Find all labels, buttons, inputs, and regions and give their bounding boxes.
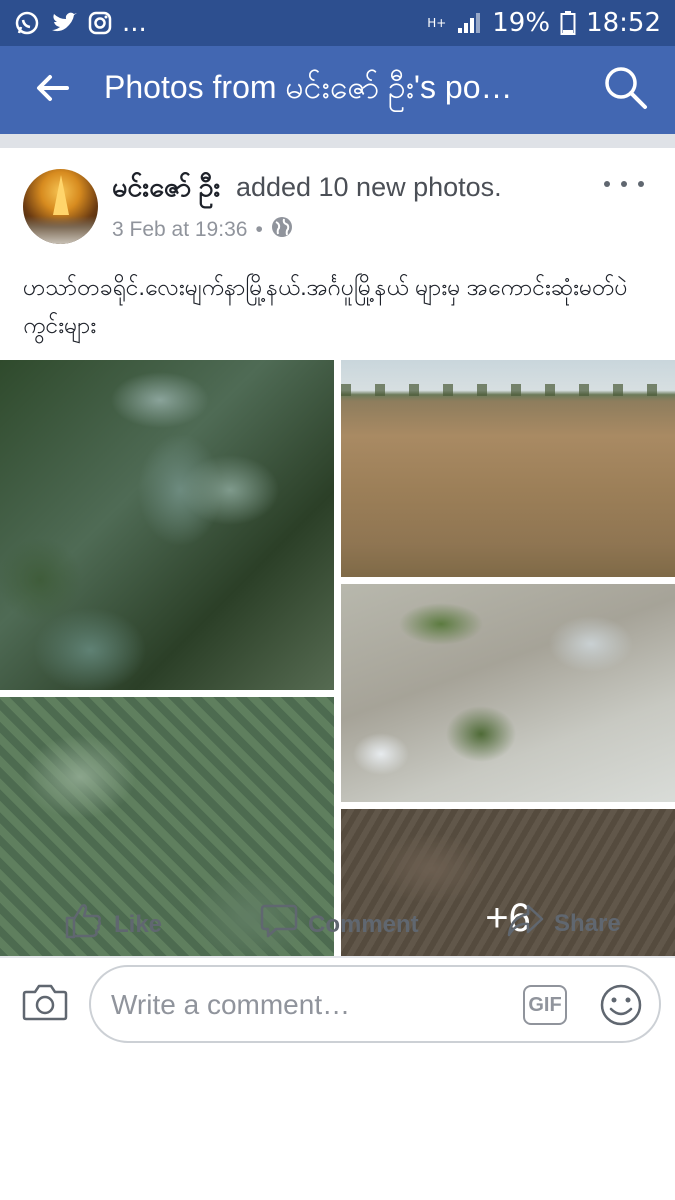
twitter-icon: [50, 11, 78, 35]
post-text: ဟသာ်တခရိုင်.လေးမျက်နာမြို့နယ်.အင်္ဂပူမြိ…: [23, 274, 628, 338]
share-button[interactable]: Share: [506, 902, 621, 945]
network-type-indicator: H+: [427, 15, 447, 30]
comment-input[interactable]: Write a comment… GIF: [89, 965, 661, 1043]
post-actions-bar: Like Comment Share: [0, 888, 675, 952]
smiley-icon: [599, 984, 643, 1031]
gif-button[interactable]: GIF: [523, 985, 567, 1025]
comment-composer: Write a comment… GIF: [0, 958, 675, 1052]
post-action-text: added 10 new photos.: [235, 172, 502, 202]
app-bar: Photos from မင်းဇော် ဦး's po…: [0, 46, 675, 134]
avatar-pagoda-image: [53, 175, 69, 215]
avatar[interactable]: [23, 169, 98, 244]
search-button[interactable]: [577, 46, 675, 134]
status-bar: ... H+ 19% 18:52: [0, 0, 675, 46]
more-dot-icon: [604, 181, 610, 187]
back-arrow-icon: [35, 74, 69, 107]
photo-dry-field[interactable]: [341, 360, 675, 577]
clock-time: 18:52: [586, 8, 661, 38]
globe-icon: [271, 216, 293, 244]
avatar-crowd-image: [23, 216, 98, 244]
gif-label: GIF: [528, 993, 562, 1016]
post-header: မင်းဇော် ဦး added 10 new photos. 3 Feb a…: [0, 148, 675, 248]
post-options-button[interactable]: [604, 174, 644, 194]
battery-percentage: 19%: [492, 8, 551, 38]
share-label: Share: [554, 909, 621, 937]
like-label: Like: [114, 910, 163, 938]
back-button[interactable]: [0, 46, 104, 134]
feed-separator: [0, 134, 675, 148]
post-timestamp[interactable]: 3 Feb at 19:36: [112, 218, 247, 242]
comment-bubble-icon: [260, 902, 298, 947]
more-dot-icon: [621, 181, 627, 187]
author-name-link[interactable]: မင်းဇော် ဦး: [112, 172, 220, 202]
battery-icon: [560, 10, 576, 36]
camera-button[interactable]: [22, 982, 68, 1022]
signal-icon: [456, 11, 482, 35]
comment-label: Comment: [308, 910, 419, 938]
search-icon: [603, 65, 649, 116]
more-notifications-indicator: ...: [122, 8, 147, 38]
photo-seedlings-soil[interactable]: [341, 584, 675, 802]
instagram-icon: [88, 11, 112, 35]
comment-placeholder: Write a comment…: [111, 989, 351, 1020]
post-meta: 3 Feb at 19:36 •: [112, 216, 293, 244]
comment-button[interactable]: Comment: [260, 902, 419, 947]
status-system: H+ 19% 18:52: [427, 8, 661, 38]
whatsapp-icon: [14, 10, 40, 36]
status-notifications: ...: [14, 8, 147, 38]
like-button[interactable]: Like: [64, 902, 162, 947]
share-arrow-icon: [506, 902, 544, 945]
meta-separator: •: [255, 218, 263, 241]
camera-icon: [22, 984, 68, 1026]
thumbs-up-icon: [64, 902, 104, 947]
page-title: Photos from မင်းဇော် ဦး's po…: [104, 69, 513, 105]
more-dot-icon: [638, 181, 644, 187]
photo-tree-line: [341, 384, 675, 396]
post-author-line: မင်းဇော် ဦး added 10 new photos.: [112, 170, 502, 210]
photo-bean-plants-closeup[interactable]: [0, 360, 334, 690]
emoji-button[interactable]: [599, 983, 643, 1027]
